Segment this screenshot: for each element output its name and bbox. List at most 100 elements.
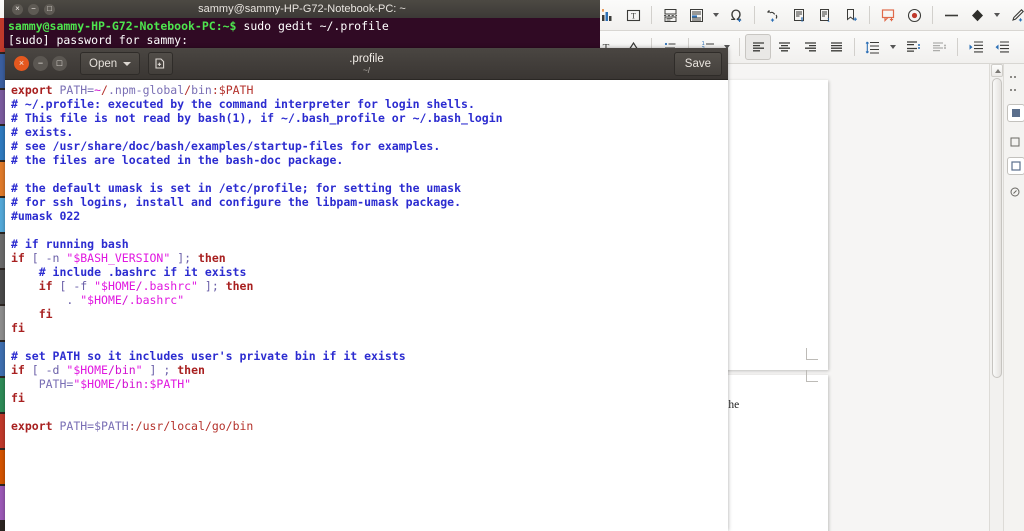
increase-paragraph-spacing-icon[interactable] [900,34,926,60]
code-token: /usr/local/go/bin [135,419,254,433]
align-left-icon[interactable] [745,34,771,60]
page-glyph-icon [1012,109,1020,117]
track-changes-record-icon[interactable] [901,2,927,28]
decrease-paragraph-spacing-icon[interactable] [926,34,952,60]
code-token: ]; [170,251,198,265]
toolbar-separator [854,38,855,56]
show-draw-functions-icon[interactable] [1004,2,1024,28]
code-token: "$HOME [80,293,122,307]
insert-field-icon[interactable] [683,2,709,28]
gedit-close-button[interactable]: × [14,56,29,71]
code-line: # for ssh logins, install and configure … [11,195,728,209]
new-document-button[interactable] [148,52,174,75]
chevron-down-icon [994,13,1000,17]
gedit-minimize-button[interactable]: − [33,56,48,71]
code-token: if [11,251,25,265]
terminal-close-button[interactable]: × [12,3,23,15]
gedit-editor-area[interactable]: export PATH=~/.npm-global/bin:$PATH # ~/.… [5,80,728,531]
code-token: [ -d [24,363,67,377]
code-line: # if running bash [11,237,728,251]
sidebar-settings-icon[interactable] [1010,76,1018,78]
code-line: # ~/.profile: executed by the command in… [11,97,728,111]
increase-indent-icon[interactable] [963,34,989,60]
insert-line-icon[interactable] [938,2,964,28]
code-token: . [11,293,81,307]
code-line: . "$HOME/.bashrc" [11,293,728,307]
code-token: .bashrc" [142,279,198,293]
gedit-maximize-button[interactable]: □ [52,56,67,71]
terminal-titlebar[interactable]: × − □ sammy@sammy-HP-G72-Notebook-PC: ~ [4,0,600,18]
line-spacing-icon[interactable] [860,34,886,60]
triangle-up-icon [995,69,1001,73]
gedit-window[interactable]: × − □ Open .profile ~/ Save export PATH=… [5,48,728,531]
toolbar-separator [739,38,740,56]
code-token: # exists. [11,125,74,139]
open-button[interactable]: Open [80,52,141,75]
insert-endnote-icon[interactable]: 1 [812,2,838,28]
terminal-maximize-button[interactable]: □ [44,3,55,15]
insert-field-dropdown[interactable] [709,2,723,28]
vertical-scrollbar[interactable] [989,64,1004,531]
chevron-down-icon [890,45,896,49]
code-line: fi [11,321,728,335]
terminal-output[interactable]: sammy@sammy-HP-G72-Notebook-PC:~$ sudo g… [4,18,600,48]
insert-page-break-icon[interactable] [657,2,683,28]
code-token: "$HOME [94,279,136,293]
terminal-prompt: sammy@sammy-HP-G72-Notebook-PC:~$ [8,19,237,33]
terminal-command: sudo gedit ~/.profile [236,19,389,33]
basic-shapes-dropdown[interactable] [990,2,1004,28]
code-token: # if running bash [11,237,129,251]
insert-comment-icon[interactable] [875,2,901,28]
code-token: export [11,83,53,97]
gedit-headerbar[interactable]: × − □ Open .profile ~/ Save [5,48,728,80]
code-token: #umask 022 [11,209,81,223]
terminal-minimize-button[interactable]: − [28,3,39,15]
svg-text:T: T [631,11,636,20]
code-token: [ -f [52,279,95,293]
code-token: bin [121,377,143,391]
toolbar-separator [754,6,755,24]
source-code-view[interactable]: export PATH=~/.npm-global/bin:$PATH # ~/.… [11,83,728,433]
terminal-window[interactable]: × − □ sammy@sammy-HP-G72-Notebook-PC: ~ … [4,0,600,48]
sidebar-navigator-icon[interactable] [1007,184,1023,200]
code-token: # set PATH so it includes user's private… [11,349,406,363]
scroll-up-button[interactable] [991,64,1003,77]
code-token: .npm-global [107,83,185,97]
sidebar-styles-icon[interactable] [1007,134,1023,150]
insert-hyperlink-icon[interactable] [760,2,786,28]
gedit-document-path: ~/ [362,64,371,75]
line-spacing-dropdown[interactable] [886,34,900,60]
insert-footnote-icon[interactable]: 1 [786,2,812,28]
code-token: PATH= [11,377,74,391]
sidebar-gallery-icon[interactable] [1007,157,1024,175]
insert-special-character-icon[interactable]: Ω [723,2,749,28]
code-token: then [197,251,226,265]
code-line: # This file is not read by bash(1), if ~… [11,111,728,125]
code-line: fi [11,307,728,321]
code-token: ] ; [142,363,178,377]
sidebar-properties-icon[interactable] [1010,89,1018,91]
insert-text-box-icon[interactable]: T [620,2,646,28]
code-token: "$HOME [73,377,115,391]
align-right-icon[interactable] [797,34,823,60]
basic-shapes-icon[interactable] [964,2,990,28]
svg-text:1: 1 [800,17,803,23]
align-justified-icon[interactable] [823,34,849,60]
code-line: export PATH=$PATH:/usr/local/go/bin [11,419,728,433]
save-button[interactable]: Save [673,52,722,76]
code-line: # include .bashrc if it exists [11,265,728,279]
sidebar-page-icon[interactable] [1007,104,1024,122]
code-line: # exists. [11,125,728,139]
open-button-label: Open [89,57,118,70]
align-center-icon[interactable] [771,34,797,60]
code-token: :$PATH" [142,377,192,391]
decrease-indent-icon[interactable] [989,34,1015,60]
scrollbar-thumb[interactable] [992,78,1002,378]
insert-bookmark-icon[interactable] [838,2,864,28]
chevron-down-icon [713,13,719,17]
code-token: bin [191,83,212,97]
code-token: fi [11,391,25,405]
code-token: # see /usr/share/doc/bash/examples/start… [11,139,441,153]
